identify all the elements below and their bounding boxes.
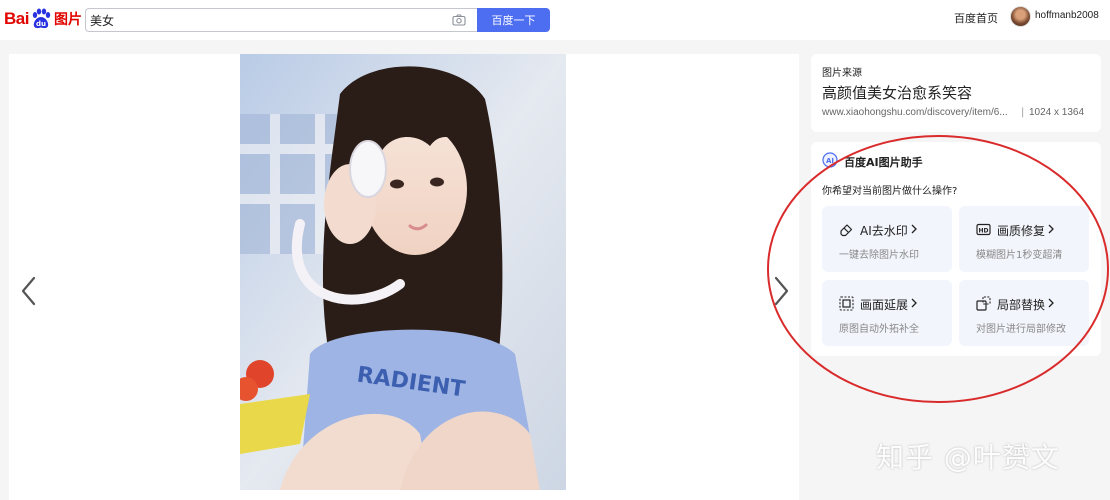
source-label: 图片来源 xyxy=(822,68,862,79)
source-separator: | xyxy=(1021,107,1025,118)
tool-name: 画面延展 xyxy=(860,298,909,312)
avatar[interactable] xyxy=(1010,6,1031,27)
tool-description: 模糊图片1秒变超清 xyxy=(976,250,1063,261)
chevron-right-icon xyxy=(1048,224,1054,234)
ai-assistant-card: AI 百度AI图片助手 你希望对当前图片做什么操作? AI去水印 一键去除图片水… xyxy=(811,142,1101,356)
tool-description: 对图片进行局部修改 xyxy=(976,324,1066,335)
baidu-paw-logo-icon: du xyxy=(32,8,51,29)
thumbnail-strip xyxy=(9,490,799,500)
svg-text:AI: AI xyxy=(826,157,834,165)
ai-assistant-question: 你希望对当前图片做什么操作? xyxy=(822,186,958,197)
source-title[interactable]: 高颜值美女治愈系笑容 xyxy=(822,82,972,103)
logo-text-product: 图片 xyxy=(53,12,82,28)
tool-expand-canvas[interactable]: 画面延展 原图自动外拓补全 xyxy=(822,280,952,346)
ai-assistant-icon: AI xyxy=(822,152,838,168)
search-button[interactable]: 百度一下 xyxy=(477,8,550,32)
chevron-right-icon xyxy=(911,298,917,308)
expand-icon xyxy=(839,296,854,311)
baidu-home-link[interactable]: 百度首页 xyxy=(954,10,998,26)
photo-illustration: RADIENT xyxy=(240,54,566,490)
svg-text:HD: HD xyxy=(978,228,988,235)
search-box xyxy=(85,8,477,32)
image-dimensions: 1024 x 1364 xyxy=(1029,107,1085,118)
replace-icon xyxy=(976,296,991,311)
source-url[interactable]: www.xiaohongshu.com/discovery/item/6... xyxy=(822,107,1017,118)
camera-icon[interactable] xyxy=(452,13,466,27)
top-bar: Bai du 图片 百度一下 百度首页 hoffmanb2008 xyxy=(0,0,1110,40)
image-source-card: 图片来源 高颜值美女治愈系笑容 www.xiaohongshu.com/disc… xyxy=(811,54,1101,132)
chevron-left-icon[interactable] xyxy=(19,274,39,308)
eraser-icon xyxy=(840,224,853,237)
main-image[interactable]: RADIENT xyxy=(240,54,566,490)
chevron-right-icon[interactable] xyxy=(771,274,791,308)
tool-name: AI去水印 xyxy=(860,224,908,238)
chevron-right-icon xyxy=(1048,298,1054,308)
watermark: 知乎 @叶赟文 xyxy=(876,441,1060,474)
chevron-right-icon xyxy=(911,224,917,234)
tool-partial-replace[interactable]: 局部替换 对图片进行局部修改 xyxy=(959,280,1089,346)
hd-icon: HD xyxy=(976,223,991,236)
logo-text-bai: Bai xyxy=(4,9,29,28)
tool-description: 原图自动外拓补全 xyxy=(839,324,919,335)
tool-quality-repair[interactable]: HD 画质修复 模糊图片1秒变超清 xyxy=(959,206,1089,272)
baidu-image-logo[interactable]: Bai du 图片 xyxy=(4,6,82,32)
tool-name: 画质修复 xyxy=(997,224,1046,238)
logo-text-du: du xyxy=(36,20,46,28)
tool-description: 一键去除图片水印 xyxy=(839,250,919,261)
username[interactable]: hoffmanb2008 xyxy=(1035,10,1099,21)
tool-remove-watermark[interactable]: AI去水印 一键去除图片水印 xyxy=(822,206,952,272)
tool-name: 局部替换 xyxy=(997,298,1046,312)
image-viewer: RADIENT xyxy=(9,54,799,490)
search-input[interactable] xyxy=(90,11,440,29)
ai-assistant-title: 百度AI图片助手 xyxy=(844,156,923,169)
